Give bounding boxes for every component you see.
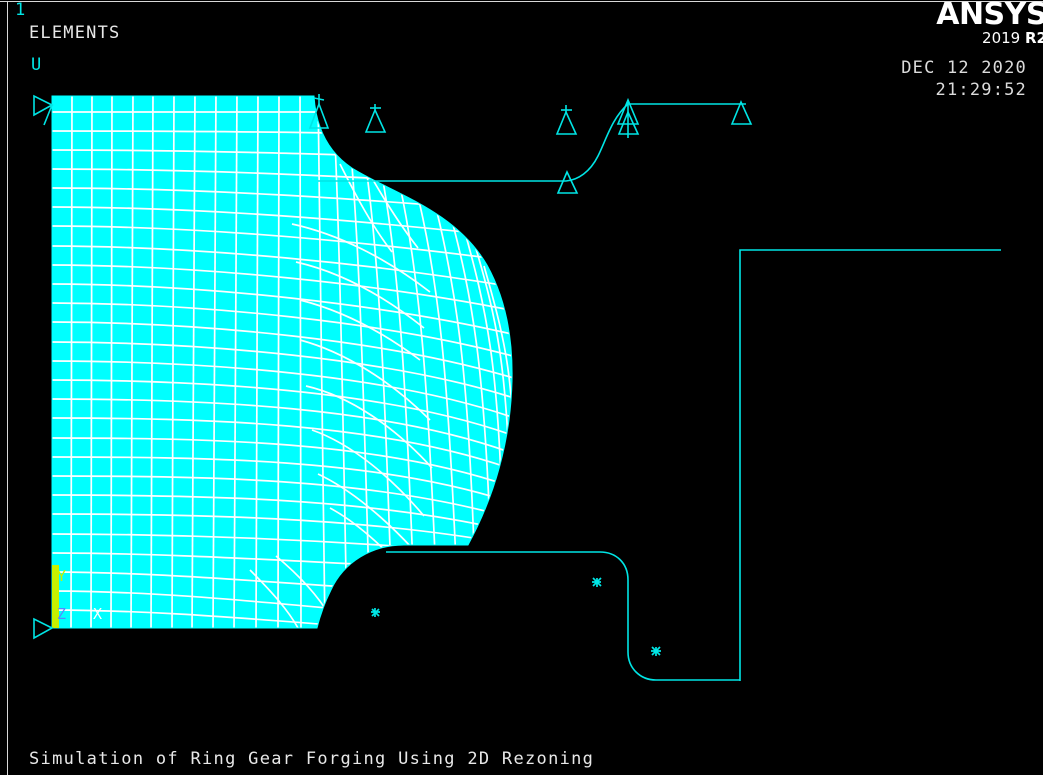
pilot-node-marker-1 <box>371 608 380 617</box>
pilot-node-marker-3 <box>651 646 661 656</box>
ansys-graphics-window: 1 ELEMENTS U ANSYS 2019 R2 DEC 12 2020 2… <box>0 0 1043 775</box>
pilot-node-group <box>371 577 661 656</box>
pilot-node-marker-2 <box>592 577 602 587</box>
constraint-symbol-ux-top <box>33 94 54 126</box>
triad-x-label: X <box>93 605 102 623</box>
upper-rigid-die-contour <box>318 103 746 182</box>
constraint-symbol-uy-4 <box>616 97 640 138</box>
lower-rigid-die-contour <box>386 551 740 681</box>
constraint-symbol-uy-2 <box>364 104 387 133</box>
constraint-symbol-uy-3 <box>555 105 578 135</box>
fea-model-scene: Y Z X <box>33 94 1001 681</box>
outer-rigid-die-contour <box>739 249 1001 681</box>
constraint-symbol-uy-5 <box>730 99 753 125</box>
triad-z-label: Z <box>57 605 66 623</box>
constraint-symbol-uy-6 <box>556 170 579 194</box>
triad-y-label: Y <box>57 567 66 585</box>
constraint-symbol-ux-bottom <box>33 617 54 640</box>
